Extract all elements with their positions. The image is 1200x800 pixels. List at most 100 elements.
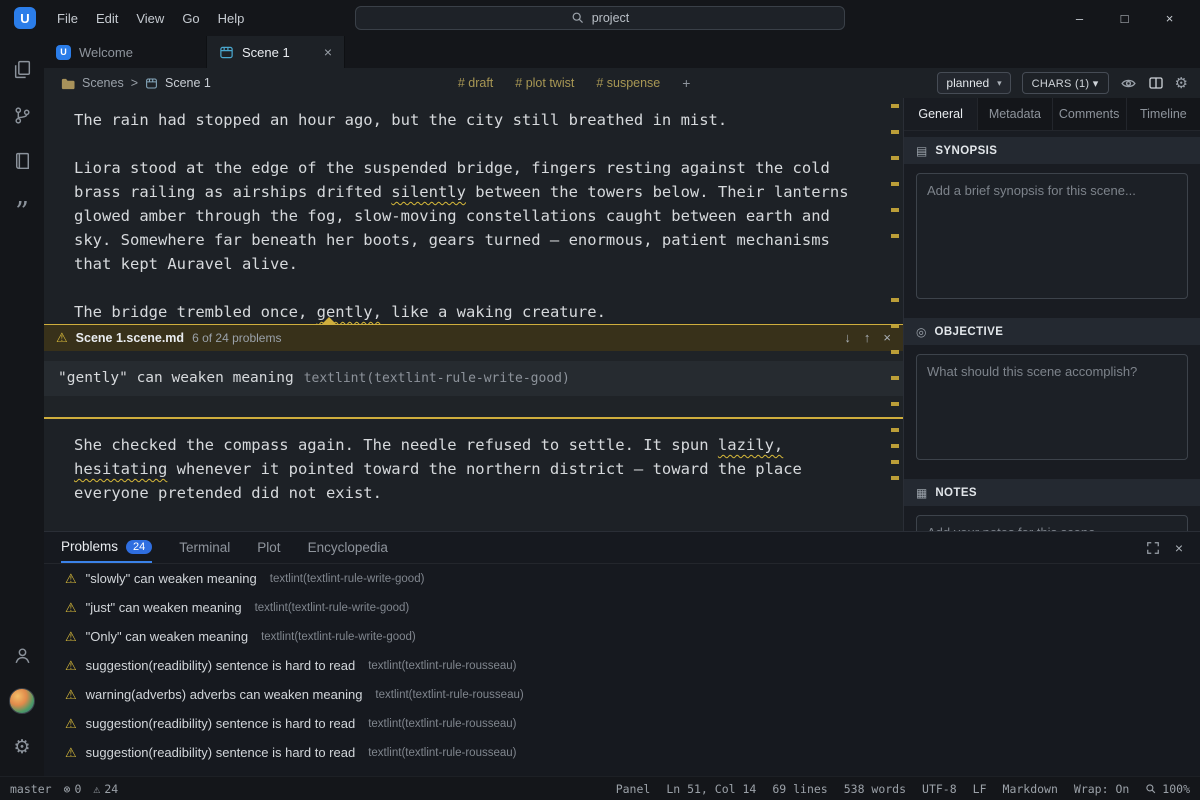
git-branch-item[interactable]: master — [10, 782, 52, 796]
word-count-item[interactable]: 538 words — [844, 782, 906, 796]
section-title: SYNOPSIS — [935, 145, 997, 157]
menu-file[interactable]: File — [48, 8, 87, 29]
language-mode-item[interactable]: Markdown — [1003, 782, 1058, 796]
warning-icon: ⚠ — [65, 600, 77, 616]
peek-problem-row[interactable]: "gently" can weaken meaning textlint(tex… — [44, 361, 903, 396]
scene-tag[interactable]: # suspense — [596, 76, 660, 90]
problem-row[interactable]: ⚠ suggestion(readibility) sentence is har… — [44, 738, 1200, 767]
app-logo-icon: U — [56, 45, 71, 60]
editor[interactable]: The rain had stopped an hour ago, but th… — [44, 98, 903, 531]
prev-problem-icon[interactable]: ↑ — [864, 326, 871, 350]
tab-terminal[interactable]: Terminal — [179, 532, 230, 563]
problem-message: warning(adverbs) adverbs can weaken mean… — [86, 687, 363, 702]
problem-row[interactable]: ⚠warning(adverbs) adverbs can weaken mea… — [44, 767, 1200, 776]
warning-ruler-mark — [891, 208, 899, 212]
warning-icon: ⚠ — [65, 571, 77, 587]
settings-icon[interactable]: ⚙ — [0, 724, 44, 770]
problem-source: textlint(textlint-rule-rousseau) — [368, 747, 516, 759]
zoom-level: 100% — [1162, 782, 1190, 796]
peek-actions: ↓ ↑ × — [844, 326, 891, 350]
scene-tag[interactable]: # plot twist — [515, 76, 574, 90]
command-center-search[interactable]: project — [355, 6, 845, 30]
close-button[interactable]: × — [1147, 0, 1192, 36]
menu-go[interactable]: Go — [173, 8, 208, 29]
warning-ruler-mark — [891, 402, 899, 406]
editor-text: glowed amber through the fog, slow-movin… — [74, 207, 830, 225]
section-header-notes[interactable]: ▦ NOTES — [904, 479, 1200, 506]
scene-status-select[interactable]: planned ▾ — [937, 72, 1010, 94]
editor-line — [74, 276, 903, 300]
editor-text: She checked the compass again. The needl… — [74, 436, 718, 454]
objective-textarea[interactable] — [916, 354, 1188, 460]
next-problem-icon[interactable]: ↓ — [844, 326, 851, 350]
problem-message: suggestion(readibility) sentence is hard… — [86, 745, 356, 760]
tab-problems[interactable]: Problems 24 — [61, 532, 152, 563]
tab-comments[interactable]: Comments — [1053, 98, 1127, 130]
menu-edit[interactable]: Edit — [87, 8, 127, 29]
tab-scene-1[interactable]: Scene 1 × — [207, 36, 345, 68]
close-tab-icon[interactable]: × — [324, 44, 332, 60]
line-count-item[interactable]: 69 lines — [772, 782, 827, 796]
encoding-item[interactable]: UTF-8 — [922, 782, 957, 796]
minimize-button[interactable]: – — [1057, 0, 1102, 36]
chars-button[interactable]: CHARS (1) ▾ — [1022, 72, 1109, 94]
section-header-objective[interactable]: ◎ OBJECTIVE — [904, 318, 1200, 345]
problem-row[interactable]: ⚠"just" can weaken meaningtextlint(textl… — [44, 593, 1200, 622]
editor-line — [74, 132, 903, 156]
close-peek-icon[interactable]: × — [883, 326, 891, 350]
problems-list: ⚠"slowly" can weaken meaningtextlint(tex… — [44, 564, 1200, 776]
maximize-panel-icon[interactable] — [1146, 541, 1160, 555]
problem-row[interactable]: ⚠"slowly" can weaken meaningtextlint(tex… — [44, 564, 1200, 593]
book-icon[interactable] — [0, 138, 44, 184]
warning-count-item[interactable]: ⚠ 24 — [93, 782, 118, 796]
error-count-item[interactable]: ⊗ 0 — [64, 782, 82, 796]
panel-actions: × — [1146, 532, 1183, 563]
split-editor-icon[interactable] — [1148, 75, 1164, 91]
scene-tag[interactable]: # draft — [458, 76, 493, 90]
panel-tab-bar: Problems 24 Terminal Plot Encyclopedia × — [44, 532, 1200, 564]
problem-row[interactable]: ⚠suggestion(readibility) sentence is har… — [44, 651, 1200, 680]
source-control-icon[interactable] — [0, 92, 44, 138]
close-panel-icon[interactable]: × — [1175, 540, 1183, 556]
tab-encyclopedia[interactable]: Encyclopedia — [308, 532, 388, 563]
eol-item[interactable]: LF — [973, 782, 987, 796]
panel-toggle-item[interactable]: Panel — [616, 782, 651, 796]
problem-row[interactable]: ⚠warning(adverbs) adverbs can weaken mea… — [44, 680, 1200, 709]
section-header-synopsis[interactable]: ▤ SYNOPSIS — [904, 137, 1200, 164]
search-text: project — [592, 11, 630, 25]
preview-eye-icon[interactable] — [1120, 75, 1137, 92]
warning-icon: ⚠ — [65, 745, 77, 761]
problem-row[interactable]: ⚠"Only" can weaken meaningtextlint(textl… — [44, 622, 1200, 651]
warning-count: 24 — [104, 782, 118, 796]
editor-text: The bridge trembled once, — [74, 303, 317, 321]
accounts-icon[interactable] — [0, 632, 44, 678]
breadcrumb-folder: Scenes — [82, 76, 124, 90]
tab-label: Welcome — [79, 45, 133, 60]
gear-icon[interactable]: ⚙ — [1175, 74, 1188, 92]
problems-count-badge: 24 — [126, 540, 152, 554]
maximize-button[interactable]: □ — [1102, 0, 1147, 36]
menu-view[interactable]: View — [127, 8, 173, 29]
tab-welcome[interactable]: U Welcome — [44, 36, 207, 68]
warning-ruler-mark — [891, 156, 899, 160]
menu-help[interactable]: Help — [209, 8, 254, 29]
notes-textarea[interactable] — [916, 515, 1188, 531]
tab-plot[interactable]: Plot — [257, 532, 280, 563]
user-avatar[interactable] — [0, 678, 44, 724]
tab-metadata[interactable]: Metadata — [978, 98, 1052, 130]
synopsis-textarea[interactable] — [916, 173, 1188, 299]
word-wrap-item[interactable]: Wrap: On — [1074, 782, 1129, 796]
peek-header: ⚠ Scene 1.scene.md 6 of 24 problems ↓ ↑ … — [44, 324, 903, 351]
cursor-position-item[interactable]: Ln 51, Col 14 — [666, 782, 756, 796]
files-icon[interactable] — [0, 46, 44, 92]
tab-timeline[interactable]: Timeline — [1127, 98, 1200, 130]
editor-text: The rain had stopped an hour ago, but th… — [74, 111, 727, 129]
problem-row[interactable]: ⚠suggestion(readibility) sentence is har… — [44, 709, 1200, 738]
breadcrumb[interactable]: Scenes > Scene 1 — [60, 76, 211, 91]
editor-text-after: She checked the compass again. The needl… — [74, 433, 903, 505]
quotes-icon[interactable]: ” — [0, 184, 44, 230]
add-tag-button[interactable]: + — [682, 75, 690, 91]
inspector-panel: General Metadata Comments Timeline ▤ SYN… — [903, 98, 1200, 531]
zoom-item[interactable]: 100% — [1145, 782, 1190, 796]
tab-general[interactable]: General — [904, 98, 978, 130]
